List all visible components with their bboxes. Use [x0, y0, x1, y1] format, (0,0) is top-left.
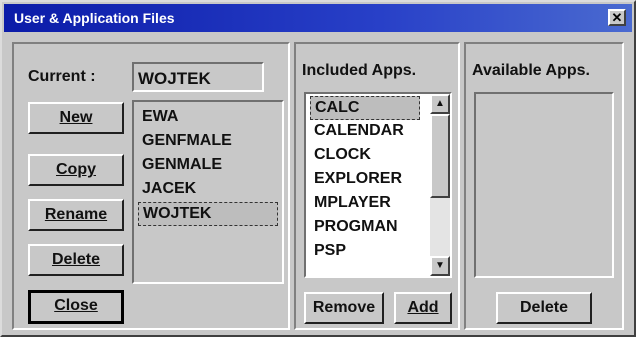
available-apps-panel: Available Apps. Delete: [464, 42, 624, 330]
close-icon[interactable]: ✕: [608, 9, 626, 26]
copy-button[interactable]: Copy: [28, 154, 124, 186]
close-button[interactable]: Close: [28, 290, 124, 324]
delete-user-button[interactable]: Delete: [28, 244, 124, 276]
current-user-value: WOJTEK: [138, 69, 211, 88]
add-button[interactable]: Add: [394, 292, 452, 324]
available-apps-list[interactable]: [474, 92, 614, 278]
delete-app-button[interactable]: Delete: [496, 292, 592, 324]
user-item[interactable]: GENFMALE: [142, 130, 232, 152]
window-title: User & Application Files: [14, 10, 175, 26]
included-app-item[interactable]: CLOCK: [314, 144, 371, 166]
dialog-client-area: Current : WOJTEK New Copy Rename Delete …: [12, 42, 624, 330]
included-app-item[interactable]: MPLAYER: [314, 192, 391, 214]
current-user-field: WOJTEK: [132, 62, 264, 92]
included-app-item[interactable]: PSP: [314, 240, 346, 262]
user-item[interactable]: GENMALE: [142, 154, 222, 176]
user-item[interactable]: JACEK: [142, 178, 196, 200]
add-button-label: Add: [407, 299, 439, 316]
delete-user-button-label: Delete: [51, 251, 101, 268]
users-panel: Current : WOJTEK New Copy Rename Delete …: [12, 42, 290, 330]
user-item[interactable]: EWA: [142, 106, 178, 128]
current-label: Current :: [28, 68, 96, 85]
included-app-item[interactable]: EXPLORER: [314, 168, 402, 190]
included-app-item[interactable]: PROGMAN: [314, 216, 398, 238]
close-button-label: Close: [54, 297, 98, 314]
users-list[interactable]: EWA GENFMALE GENMALE JACEK WOJTEK: [132, 100, 284, 284]
included-app-item[interactable]: CALENDAR: [314, 120, 404, 142]
user-application-files-window: User & Application Files ✕ Current : WOJ…: [0, 0, 636, 337]
included-apps-panel: Included Apps. CALC CALENDAR CLOCK EXPLO…: [294, 42, 460, 330]
user-item-selected[interactable]: WOJTEK: [138, 202, 278, 226]
scroll-down-icon[interactable]: ▼: [430, 256, 450, 276]
remove-button[interactable]: Remove: [304, 292, 384, 324]
scroll-thumb[interactable]: [430, 114, 450, 198]
included-apps-scrollbar[interactable]: ▲ ▼: [430, 94, 450, 276]
rename-button[interactable]: Rename: [28, 199, 124, 231]
included-app-item-selected[interactable]: CALC: [310, 96, 420, 120]
scroll-up-icon[interactable]: ▲: [430, 94, 450, 114]
copy-button-label: Copy: [56, 161, 96, 178]
new-button[interactable]: New: [28, 102, 124, 134]
delete-app-button-label: Delete: [519, 299, 569, 316]
included-apps-list[interactable]: CALC CALENDAR CLOCK EXPLORER MPLAYER PRO…: [304, 92, 452, 278]
available-apps-header: Available Apps.: [472, 62, 590, 79]
remove-button-label: Remove: [312, 299, 376, 316]
title-bar[interactable]: User & Application Files ✕: [4, 4, 632, 32]
included-apps-header: Included Apps.: [302, 62, 417, 79]
new-button-label: New: [59, 109, 93, 126]
rename-button-label: Rename: [44, 206, 108, 223]
